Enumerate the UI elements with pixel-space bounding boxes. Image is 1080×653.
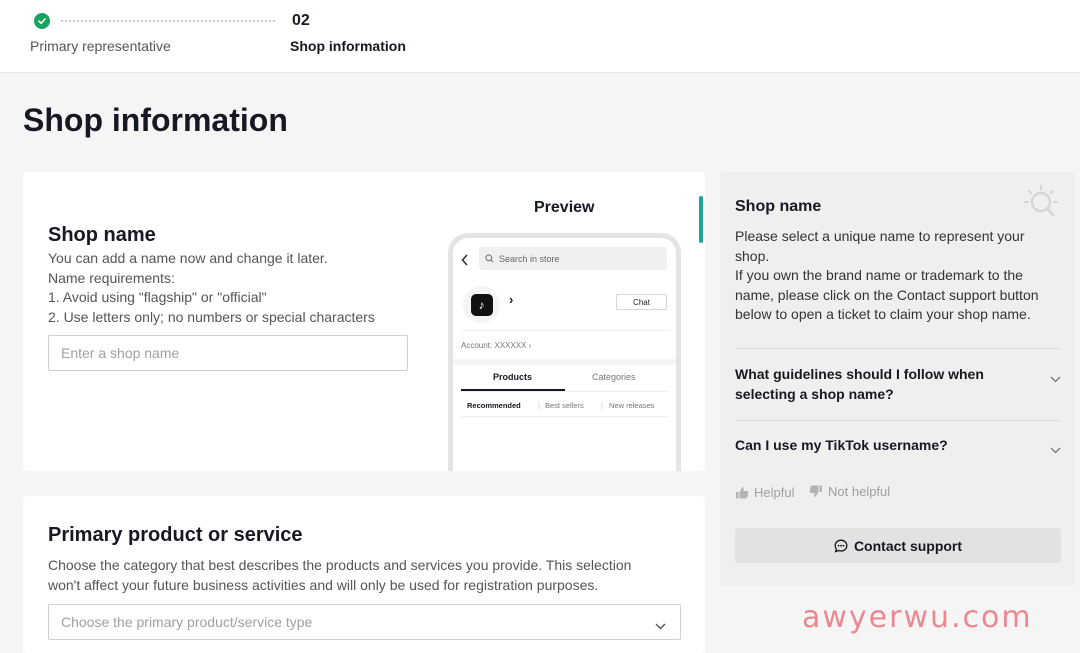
preview-search-bar: Search in store [479, 247, 667, 270]
faq-line: What guidelines should I follow when [735, 366, 984, 382]
lightbulb-icon [1024, 185, 1058, 217]
step-shop-information: Shop information [290, 38, 406, 54]
help-description: Please select a unique name to represent… [735, 227, 1060, 325]
account-text: Account: XXXXXX [461, 341, 527, 350]
primary-product-select[interactable]: Choose the primary product/service type [48, 604, 681, 640]
shop-name-description: You can add a name now and change it lat… [48, 249, 375, 327]
tiktok-shop-icon: ♪ [470, 293, 493, 316]
help-title: Shop name [735, 198, 822, 215]
desc-line: name, please click on the Contact suppor… [735, 286, 1039, 303]
primary-product-card: Primary product or service Choose the ca… [23, 496, 705, 653]
shop-logo: ♪ [463, 286, 500, 323]
divider [735, 420, 1061, 421]
not-helpful-button[interactable]: Not helpful [809, 484, 890, 499]
desc-line: Choose the category that best describes … [48, 557, 632, 573]
faq-line: Can I use my TikTok username? [735, 437, 948, 453]
contact-support-button[interactable]: Contact support [735, 528, 1061, 563]
chat-bubble-icon [834, 539, 848, 553]
step-connector [61, 20, 275, 22]
phone-preview: Search in store ♪ › Chat Account: XXXXXX… [448, 233, 681, 471]
page-title: Shop information [23, 102, 288, 138]
desc-line: You can add a name now and change it lat… [48, 250, 328, 266]
faq-tiktok-username[interactable]: Can I use my TikTok username? [735, 436, 1061, 456]
check-icon [34, 13, 50, 29]
desc-line: If you own the brand name or trademark t… [735, 267, 1023, 283]
help-panel: Shop name Please select a unique name to… [720, 172, 1075, 586]
preview-search-placeholder: Search in store [499, 253, 560, 264]
desc-line: 2. Use letters only; no numbers or speci… [48, 308, 375, 325]
search-icon [485, 254, 494, 263]
preview-chat-button: Chat [616, 294, 667, 310]
shop-name-input[interactable]: Enter a shop name [48, 335, 408, 371]
watermark-text: awyerwu.com [802, 600, 1033, 635]
desc-line: won't affect your future business activi… [48, 576, 599, 593]
preview-label: Preview [534, 199, 595, 216]
desc-line: below to open a ticket to claim your sho… [735, 306, 1031, 322]
back-arrow-icon [461, 253, 469, 269]
helpful-button[interactable]: Helpful [735, 485, 794, 500]
thumbs-up-icon [736, 487, 749, 499]
desc-line: 1. Avoid using "flagship" or "official" [48, 289, 267, 305]
chevron-down-icon [1050, 371, 1061, 391]
chevron-down-icon [1050, 442, 1061, 462]
preview-account: Account: XXXXXX › [461, 341, 532, 350]
chevron-down-icon [655, 617, 666, 633]
desc-line: Name requirements: [48, 269, 175, 286]
step-primary-representative[interactable]: Primary representative [30, 38, 171, 54]
primary-product-title: Primary product or service [48, 524, 303, 546]
chevron-right-icon: › [509, 292, 514, 307]
preview-subtab-best-sellers: Best sellers [545, 401, 584, 410]
preview-subtab-new-releases: New releases [609, 401, 655, 410]
divider [461, 391, 669, 392]
separator: | [601, 401, 604, 410]
separator: | [538, 401, 541, 410]
helpful-label: Helpful [754, 485, 795, 500]
divider [461, 416, 669, 417]
primary-product-description: Choose the category that best describes … [48, 556, 631, 595]
preview-tab-categories: Categories [592, 372, 636, 382]
select-placeholder: Choose the primary product/service type [61, 614, 313, 630]
not-helpful-label: Not helpful [828, 484, 891, 499]
desc-line: shop. [735, 247, 770, 264]
shop-name-card: Shop name You can add a name now and cha… [23, 172, 705, 471]
preview-subtab-recommended: Recommended [467, 401, 521, 410]
divider [735, 348, 1061, 349]
thumbs-down-icon [809, 485, 822, 497]
faq-line: selecting a shop name? [735, 385, 894, 402]
desc-line: Please select a unique name to represent… [735, 228, 1025, 244]
step-number: 02 [292, 12, 310, 29]
contact-support-label: Contact support [853, 537, 963, 554]
scrollbar-thumb[interactable] [699, 196, 703, 243]
progress-stepper: 02 Primary representative Shop informati… [0, 0, 1080, 73]
shop-name-title: Shop name [48, 224, 156, 246]
faq-guidelines[interactable]: What guidelines should I follow when sel… [735, 365, 1061, 404]
preview-tab-products: Products [493, 372, 533, 382]
divider-band [453, 359, 676, 365]
divider [461, 330, 669, 331]
